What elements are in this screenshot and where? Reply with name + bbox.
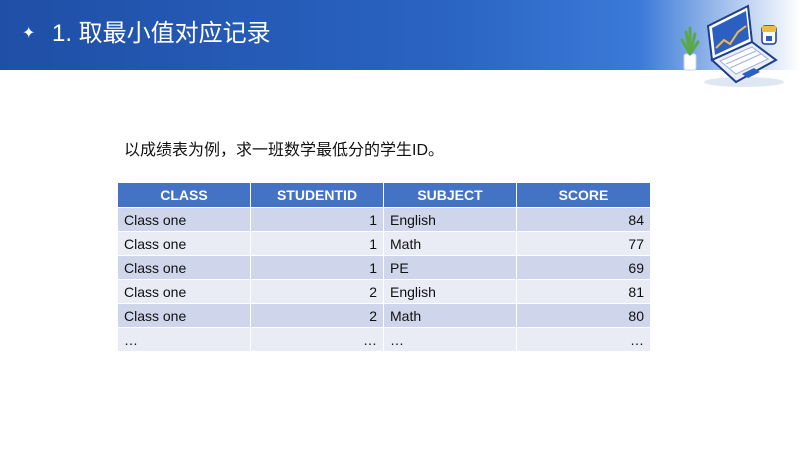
cell-score: 77	[516, 231, 651, 256]
cell-studentid: 2	[250, 303, 384, 328]
table-row: Class one 1 Math 77	[117, 231, 651, 256]
cell-class: …	[117, 327, 251, 352]
cup-icon	[761, 25, 777, 45]
table-row: Class one 2 English 81	[117, 279, 651, 304]
cell-class: Class one	[117, 231, 251, 256]
column-header-studentid: STUDENTID	[250, 182, 384, 208]
cell-score: 69	[516, 255, 651, 280]
table-header-row: CLASS STUDENTID SUBJECT SCORE	[117, 182, 651, 208]
cell-subject: Math	[383, 231, 517, 256]
sparkle-icon: ✦	[22, 25, 36, 42]
cell-subject: English	[383, 279, 517, 304]
table-row: Class one 1 PE 69	[117, 255, 651, 280]
cell-studentid: 1	[250, 255, 384, 280]
intro-text: 以成绩表为例，求一班数学最低分的学生ID。	[124, 142, 445, 159]
cell-studentid: …	[250, 327, 384, 352]
cell-score: 80	[516, 303, 651, 328]
cell-subject: Math	[383, 303, 517, 328]
table-row: Class one 1 English 84	[117, 207, 651, 232]
column-header-score: SCORE	[516, 182, 651, 208]
plant-icon	[680, 26, 700, 71]
cell-subject: PE	[383, 255, 517, 280]
cell-class: Class one	[117, 279, 251, 304]
column-header-subject: SUBJECT	[383, 182, 517, 208]
cell-studentid: 1	[250, 231, 384, 256]
cell-class: Class one	[117, 207, 251, 232]
column-header-class: CLASS	[117, 182, 251, 208]
table-row: Class one 2 Math 80	[117, 303, 651, 328]
cell-score: 84	[516, 207, 651, 232]
page-title: 1. 取最小值对应记录	[52, 20, 271, 47]
score-table: CLASS STUDENTID SUBJECT SCORE Class one …	[117, 182, 651, 352]
table-row: … … … …	[117, 327, 651, 352]
laptop-illustration	[680, 4, 784, 87]
cell-score: …	[516, 327, 651, 352]
cell-subject: …	[383, 327, 517, 352]
cell-studentid: 1	[250, 207, 384, 232]
cell-studentid: 2	[250, 279, 384, 304]
cell-class: Class one	[117, 303, 251, 328]
cell-subject: English	[383, 207, 517, 232]
cell-class: Class one	[117, 255, 251, 280]
cell-score: 81	[516, 279, 651, 304]
